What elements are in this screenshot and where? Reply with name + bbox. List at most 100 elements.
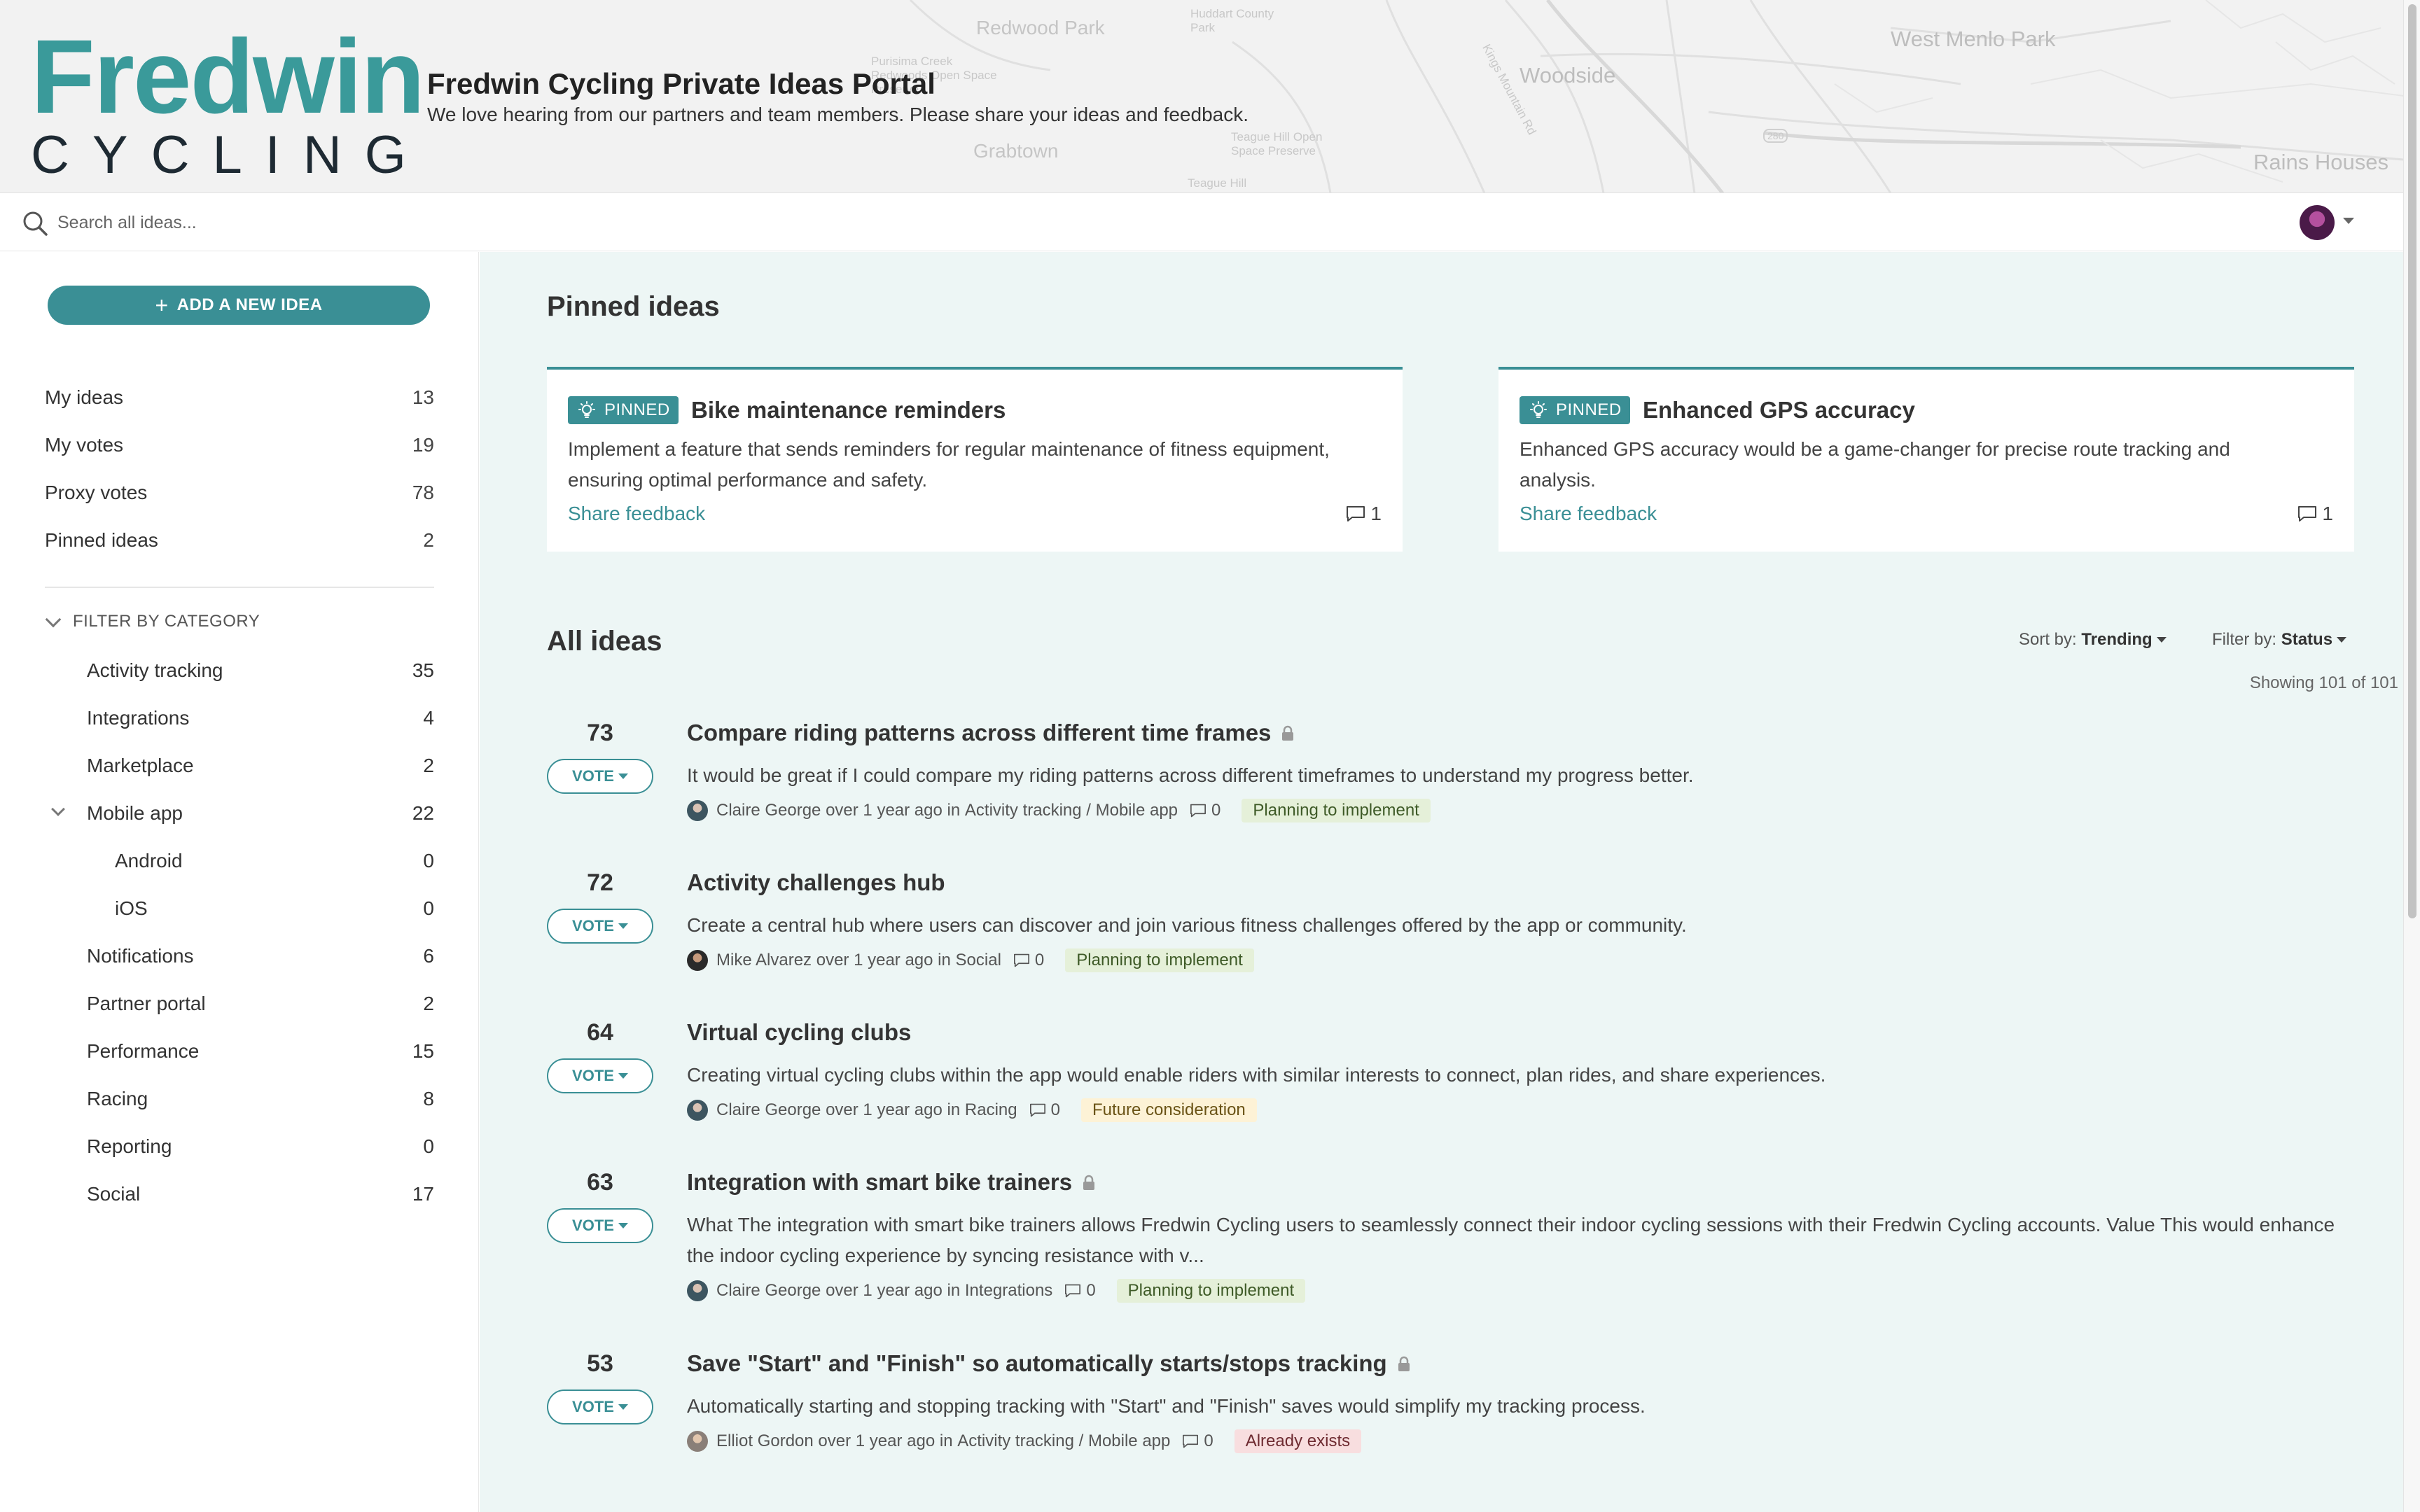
idea-title[interactable]: Save "Start" and "Finish" so automatical… [687, 1349, 1411, 1378]
idea-in: in [939, 1432, 953, 1450]
nav-pinned-ideas[interactable]: Pinned ideas 2 [45, 523, 434, 558]
page-scrollbar[interactable] [2403, 0, 2420, 1512]
add-idea-button[interactable]: + ADD A NEW IDEA [48, 286, 430, 325]
comment-count[interactable]: 0 [1029, 1100, 1060, 1120]
avatar [687, 1280, 708, 1301]
avatar[interactable] [2300, 205, 2335, 240]
sort-dropdown[interactable]: Sort by: Trending [2019, 630, 2167, 650]
category-ios[interactable]: iOS 0 [115, 891, 434, 926]
idea-category[interactable]: Activity tracking / Mobile app [965, 801, 1178, 820]
comment-count[interactable]: 1 [1345, 503, 1382, 525]
category-count: 6 [423, 945, 434, 967]
pinned-idea-card: PINNED Bike maintenance reminders Implem… [547, 367, 1403, 552]
vote-button[interactable]: VOTE [547, 1058, 653, 1093]
vote-count: 63 [587, 1169, 613, 1196]
nav-my-votes[interactable]: My votes 19 [45, 428, 434, 463]
sort-label: Sort by: [2019, 630, 2077, 649]
idea-meta: Claire George over 1 year ago in Activit… [687, 797, 1431, 825]
category-label: Partner portal [87, 993, 206, 1014]
idea-in: in [947, 1100, 961, 1119]
add-idea-label: ADD A NEW IDEA [176, 295, 323, 314]
category-performance[interactable]: Performance 15 [87, 1034, 434, 1069]
chevron-down-icon[interactable] [51, 802, 65, 816]
category-marketplace[interactable]: Marketplace 2 [87, 748, 434, 783]
portal-subtitle: We love hearing from our partners and te… [427, 104, 1249, 125]
caret-down-icon [2343, 218, 2354, 224]
category-social[interactable]: Social 17 [87, 1177, 434, 1212]
idea-in: in [938, 951, 951, 969]
nav-my-ideas[interactable]: My ideas 13 [45, 380, 434, 415]
vote-count: 73 [587, 720, 613, 746]
category-reporting[interactable]: Reporting 0 [87, 1129, 434, 1164]
filter-label: Filter by: [2212, 630, 2277, 649]
vote-button[interactable]: VOTE [547, 1390, 653, 1424]
map-label: Huddart County Park [1190, 7, 1274, 34]
share-feedback-link[interactable]: Share feedback [568, 503, 705, 525]
share-feedback-link[interactable]: Share feedback [1520, 503, 1657, 525]
comment-count-value: 1 [2322, 503, 2333, 524]
comment-count-value: 1 [1370, 503, 1382, 524]
status-badge: Already exists [1234, 1429, 1362, 1453]
caret-down-icon [618, 1073, 628, 1079]
comment-count[interactable]: 0 [1064, 1281, 1096, 1301]
search-input[interactable] [57, 208, 898, 237]
nav-proxy-votes[interactable]: Proxy votes 78 [45, 475, 434, 510]
vote-label: VOTE [572, 767, 614, 785]
idea-author: Claire George [716, 1100, 821, 1119]
nav-label: Pinned ideas [45, 529, 158, 551]
pinned-idea-title[interactable]: Enhanced GPS accuracy [1643, 396, 1915, 424]
category-count: 22 [412, 802, 434, 824]
avatar [687, 1100, 708, 1121]
category-activity-tracking[interactable]: Activity tracking 35 [87, 653, 434, 688]
sidebar: + ADD A NEW IDEA My ideas 13 My votes 19… [0, 252, 479, 1512]
category-count: 0 [423, 897, 434, 919]
map-label: West Menlo Park [1891, 27, 2056, 51]
idea-meta: Mike Alvarez over 1 year ago in Social 0… [687, 946, 1254, 974]
caret-down-icon [618, 1223, 628, 1228]
category-count: 2 [423, 993, 434, 1014]
vote-count-partial [547, 1499, 653, 1512]
comment-count-value: 0 [1034, 951, 1045, 969]
idea-title[interactable]: Virtual cycling clubs [687, 1018, 911, 1047]
category-notifications[interactable]: Notifications 6 [87, 939, 434, 974]
pinned-idea-card: PINNED Enhanced GPS accuracy Enhanced GP… [1498, 367, 2354, 552]
pinned-badge-label: PINNED [1556, 400, 1622, 419]
idea-category[interactable]: Social [956, 951, 1001, 970]
caret-down-icon [2337, 637, 2347, 643]
comment-count[interactable]: 0 [1189, 801, 1221, 820]
pinned-badge-label: PINNED [604, 400, 670, 419]
category-partner-portal[interactable]: Partner portal 2 [87, 986, 434, 1021]
main-content: Pinned ideas PINNED Bike maintenance rem… [480, 252, 2403, 1512]
comment-count[interactable]: 1 [2297, 503, 2333, 525]
map-label: 280 [1763, 129, 1788, 143]
idea-category[interactable]: Integrations [965, 1281, 1052, 1301]
vote-button[interactable]: VOTE [547, 759, 653, 794]
fredwin-cycling-logo[interactable]: Fredwin CYCLING [31, 24, 425, 182]
vote-button[interactable]: VOTE [547, 1208, 653, 1243]
vote-button[interactable]: VOTE [547, 909, 653, 944]
category-racing[interactable]: Racing 8 [87, 1082, 434, 1116]
category-count: 8 [423, 1088, 434, 1110]
comment-count-value: 0 [1211, 801, 1221, 820]
user-menu[interactable] [2300, 205, 2363, 240]
idea-time: over 1 year ago [826, 1100, 943, 1119]
filter-by-category-toggle[interactable]: FILTER BY CATEGORY [42, 608, 260, 636]
pinned-badge: PINNED [1520, 396, 1630, 424]
category-android[interactable]: Android 0 [115, 844, 434, 878]
scrollbar-thumb[interactable] [2408, 4, 2416, 918]
idea-title[interactable]: Compare riding patterns across different… [687, 718, 1295, 748]
comment-count[interactable]: 0 [1013, 951, 1044, 970]
category-mobile-app[interactable]: Mobile app 22 [87, 796, 434, 831]
map-label: Redwood Park [976, 17, 1105, 38]
pinned-idea-title[interactable]: Bike maintenance reminders [691, 396, 1006, 424]
filter-dropdown[interactable]: Filter by: Status [2212, 630, 2347, 650]
idea-category[interactable]: Racing [965, 1100, 1017, 1120]
category-integrations[interactable]: Integrations 4 [87, 701, 434, 736]
vote-count: 72 [587, 869, 613, 896]
idea-title[interactable]: Integration with smart bike trainers [687, 1168, 1096, 1197]
comment-count[interactable]: 0 [1181, 1432, 1214, 1451]
idea-title[interactable]: Activity challenges hub [687, 868, 945, 897]
idea-author: Mike Alvarez [716, 951, 812, 969]
idea-category[interactable]: Activity tracking / Mobile app [957, 1432, 1170, 1451]
comment-count-value: 0 [1050, 1100, 1060, 1119]
